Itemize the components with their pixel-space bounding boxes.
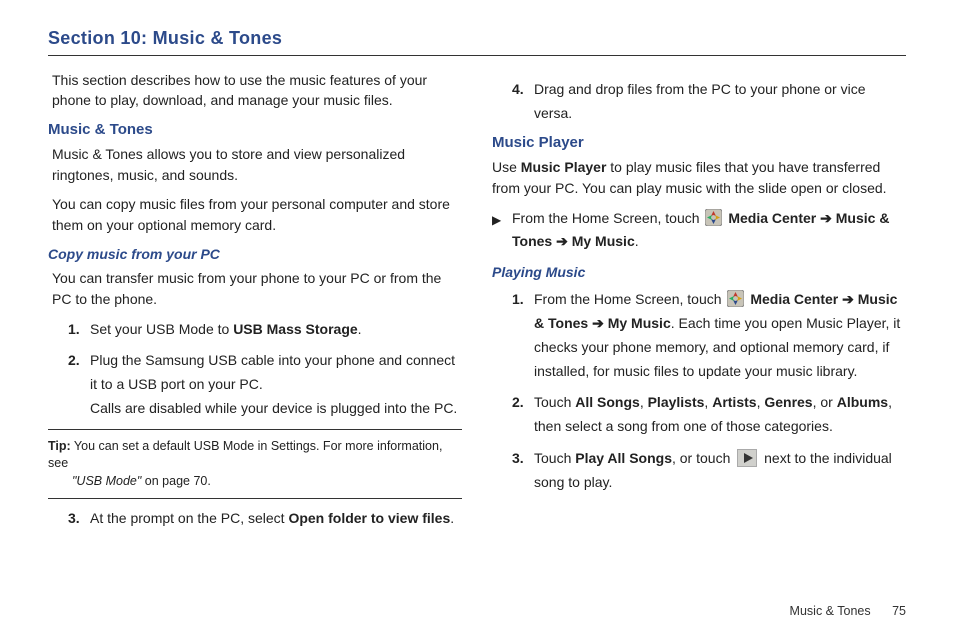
heading-music-player: Music Player	[492, 134, 906, 151]
step-number: 2.	[68, 349, 90, 373]
list-item: 2. Plug the Samsung USB cable into your …	[68, 349, 462, 420]
play-button-icon	[737, 449, 757, 467]
step-number: 4.	[512, 78, 534, 102]
page-footer: Music & Tones 75	[790, 604, 906, 618]
tip-label: Tip:	[48, 439, 71, 453]
list-item: 1. From the Home Screen, touch Media Cen…	[512, 288, 906, 383]
footer-section-label: Music & Tones	[790, 604, 871, 618]
step-text: Touch All Songs, Playlists, Artists, Gen…	[534, 391, 906, 439]
two-column-layout: This section describes how to use the mu…	[48, 70, 906, 539]
body-text: Music & Tones allows you to store and vi…	[48, 144, 462, 186]
step-text: At the prompt on the PC, select Open fol…	[90, 507, 462, 531]
right-column: 4. Drag and drop files from the PC to yo…	[492, 70, 906, 539]
tip-divider-top	[48, 429, 462, 430]
intro-paragraph: This section describes how to use the mu…	[48, 70, 462, 111]
step-number: 3.	[512, 447, 534, 471]
tip-block: Tip: You can set a default USB Mode in S…	[48, 436, 462, 493]
step-number: 1.	[512, 288, 534, 312]
step-number: 3.	[68, 507, 90, 531]
list-item: 1. Set your USB Mode to USB Mass Storage…	[68, 318, 462, 342]
heading-copy-music: Copy music from your PC	[48, 246, 462, 262]
left-column: This section describes how to use the mu…	[48, 70, 462, 539]
step-text: Drag and drop files from the PC to your …	[534, 78, 906, 126]
page-number: 75	[892, 604, 906, 618]
step-number: 2.	[512, 391, 534, 415]
title-divider	[48, 55, 906, 56]
step-text: From the Home Screen, touch Media Center…	[534, 288, 906, 383]
body-text: Use Music Player to play music files tha…	[492, 157, 906, 199]
bullet-item: ▶ From the Home Screen, touch Media Cent…	[492, 207, 906, 255]
body-text: You can transfer music from your phone t…	[48, 268, 462, 310]
list-item: 3. Touch Play All Songs, or touch next t…	[512, 447, 906, 495]
step-text: Touch Play All Songs, or touch next to t…	[534, 447, 906, 495]
list-item: 2. Touch All Songs, Playlists, Artists, …	[512, 391, 906, 439]
list-item: 3. At the prompt on the PC, select Open …	[68, 507, 462, 531]
heading-playing-music: Playing Music	[492, 264, 906, 280]
bullet-text: From the Home Screen, touch Media Center…	[512, 207, 906, 255]
step-number: 1.	[68, 318, 90, 342]
step-text: Plug the Samsung USB cable into your pho…	[90, 349, 462, 420]
section-title: Section 10: Music & Tones	[48, 28, 906, 49]
step-text: Set your USB Mode to USB Mass Storage.	[90, 318, 462, 342]
bullet-marker-icon: ▶	[492, 207, 512, 230]
heading-music-tones: Music & Tones	[48, 121, 462, 138]
body-text: You can copy music files from your perso…	[48, 194, 462, 236]
list-item: 4. Drag and drop files from the PC to yo…	[512, 78, 906, 126]
media-center-icon	[705, 209, 722, 226]
media-center-icon	[727, 290, 744, 307]
tip-divider-bottom	[48, 498, 462, 499]
